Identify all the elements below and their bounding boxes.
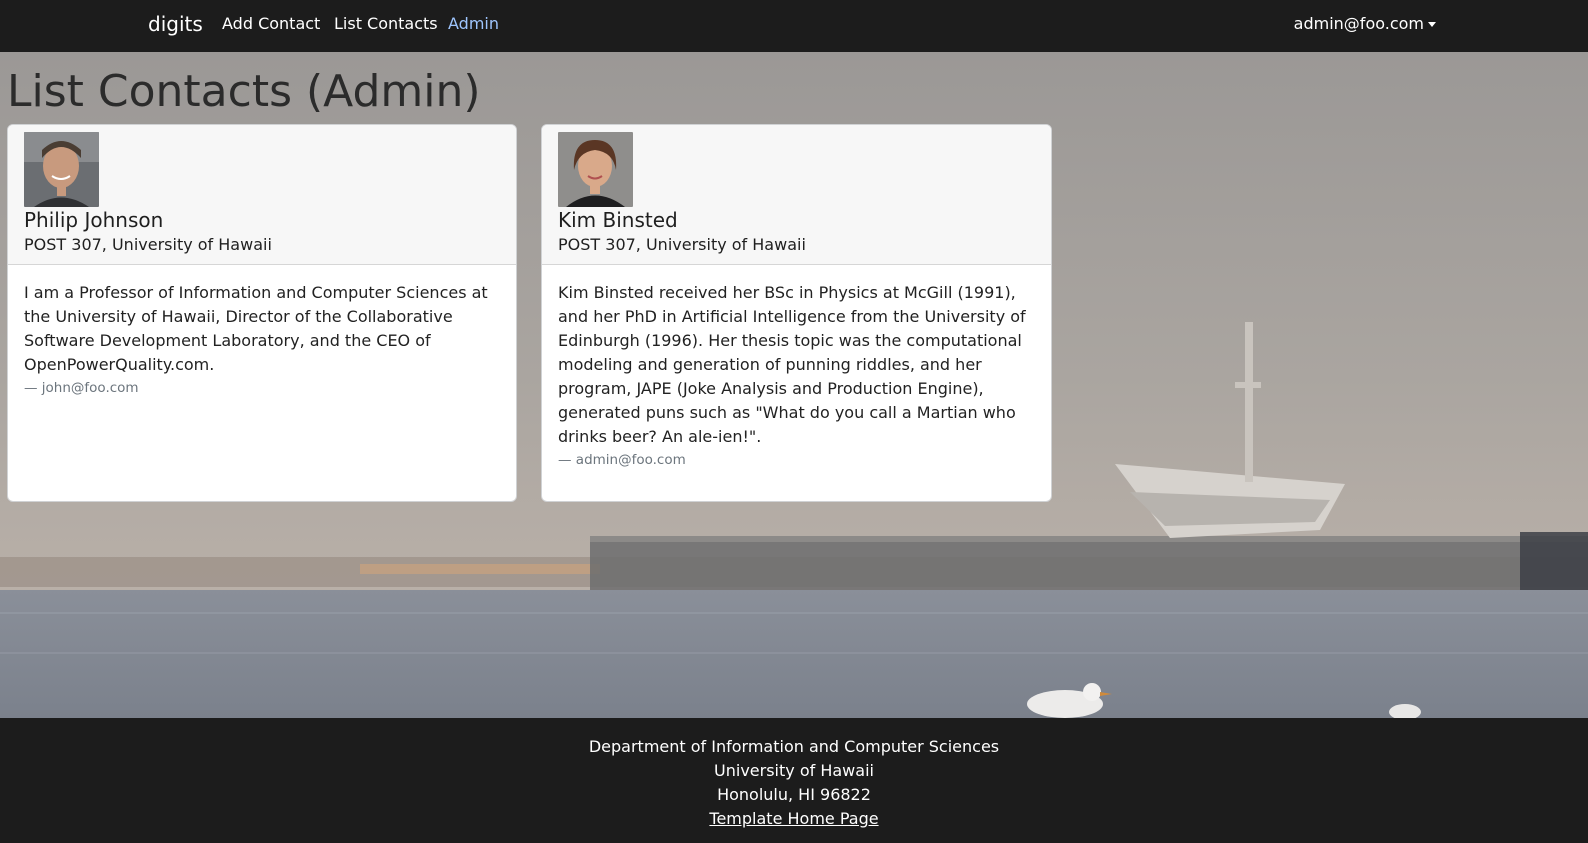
contact-name: Kim Binsted — [558, 208, 678, 232]
brand-link[interactable]: digits — [148, 11, 203, 37]
card-header: Philip Johnson POST 307, University of H… — [8, 125, 516, 265]
nav-admin[interactable]: Admin — [448, 14, 499, 34]
caret-down-icon — [1428, 21, 1436, 27]
card-header: Kim Binsted POST 307, University of Hawa… — [542, 125, 1051, 265]
contact-name: Philip Johnson — [24, 208, 164, 232]
top-navbar: digits Add Contact List Contacts Admin a… — [0, 0, 1588, 52]
template-home-link[interactable]: Template Home Page — [709, 809, 878, 828]
contact-address: POST 307, University of Hawaii — [558, 235, 806, 254]
user-dropdown[interactable]: admin@foo.com — [1294, 14, 1436, 34]
contact-card: Kim Binsted POST 307, University of Hawa… — [541, 124, 1052, 502]
contact-owner: — admin@foo.com — [558, 452, 686, 468]
card-body: I am a Professor of Information and Comp… — [8, 265, 516, 399]
footer-city: Honolulu, HI 96822 — [717, 785, 871, 804]
contact-description: Kim Binsted received her BSc in Physics … — [558, 283, 1026, 446]
card-body: Kim Binsted received her BSc in Physics … — [542, 265, 1051, 471]
contact-owner: — john@foo.com — [24, 380, 139, 396]
footer-university: University of Hawaii — [714, 761, 874, 780]
avatar — [24, 132, 99, 207]
nav-list-contacts[interactable]: List Contacts — [334, 14, 438, 34]
nav-add-contact[interactable]: Add Contact — [222, 14, 320, 34]
footer: Department of Information and Computer S… — [0, 718, 1588, 843]
avatar — [558, 132, 633, 207]
contact-card: Philip Johnson POST 307, University of H… — [7, 124, 517, 502]
contact-description: I am a Professor of Information and Comp… — [24, 283, 488, 374]
page-title: List Contacts (Admin) — [7, 66, 481, 117]
contact-address: POST 307, University of Hawaii — [24, 235, 272, 254]
footer-department: Department of Information and Computer S… — [588, 737, 1000, 756]
user-email: admin@foo.com — [1293, 14, 1424, 33]
